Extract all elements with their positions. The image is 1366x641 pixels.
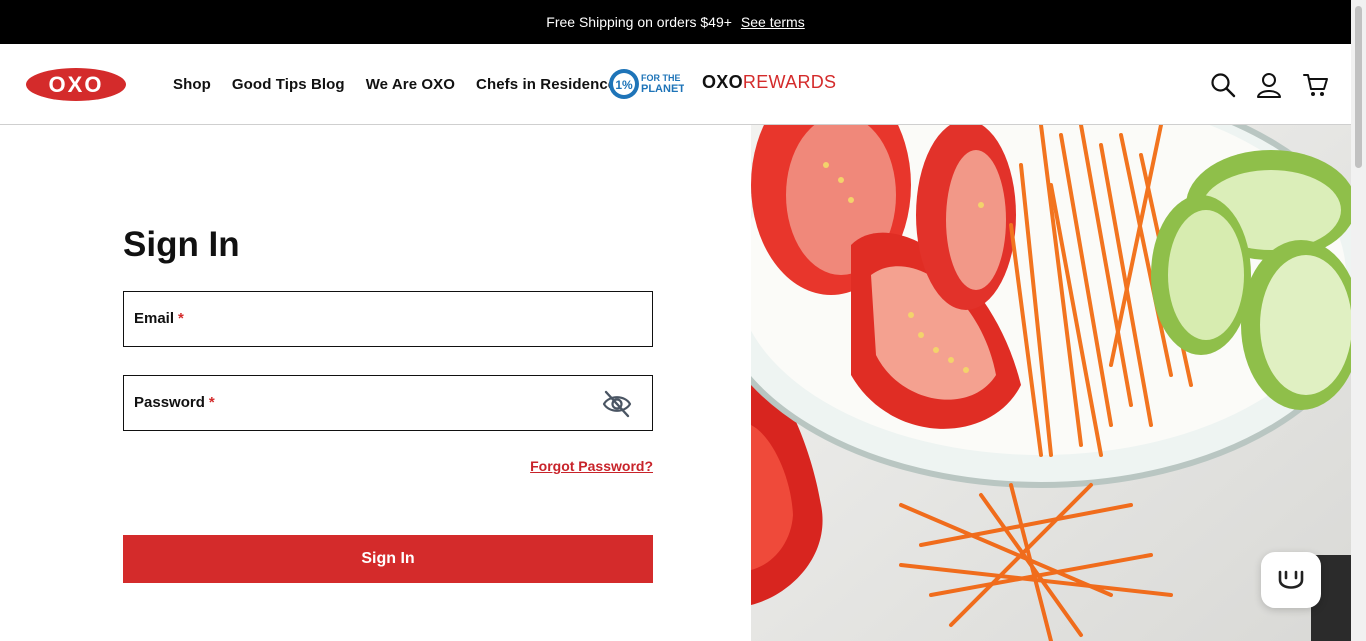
- sign-in-section: Sign In Email * Password * Forgot Password…: [0, 125, 751, 641]
- forgot-password-link[interactable]: Forgot Password?: [530, 458, 653, 474]
- email-field[interactable]: Email *: [123, 291, 653, 347]
- smiley-chat-icon: [1278, 570, 1304, 589]
- page-title: Sign In: [123, 225, 240, 264]
- nav-we-are-oxo[interactable]: We Are OXO: [366, 76, 455, 93]
- cart-icon[interactable]: [1303, 72, 1329, 98]
- oxo-rewards-link[interactable]: OXOREWARDS: [702, 72, 836, 93]
- promo-bar: Free Shipping on orders $49+ See terms: [0, 0, 1351, 44]
- hide-password-icon[interactable]: [602, 389, 632, 419]
- see-terms-link[interactable]: See terms: [741, 14, 805, 30]
- search-icon[interactable]: [1210, 72, 1236, 98]
- logo-text: OXO: [49, 72, 104, 97]
- rewards-word: REWARDS: [742, 72, 837, 92]
- nav-chefs-in-residence[interactable]: Chefs in Residence: [476, 76, 616, 93]
- planet-line2: PLANET: [641, 83, 684, 95]
- oxo-logo[interactable]: OXO: [26, 68, 126, 101]
- scrollbar-thumb[interactable]: [1355, 6, 1362, 168]
- nav-good-tips-blog[interactable]: Good Tips Blog: [232, 76, 345, 93]
- promo-text: Free Shipping on orders $49+: [546, 14, 732, 30]
- required-mark: *: [178, 310, 184, 327]
- rewards-oxo: OXO: [702, 72, 743, 92]
- one-percent-planet-badge[interactable]: 1% FOR THE PLANET: [608, 67, 684, 101]
- site-header: OXO Shop Good Tips Blog We Are OXO Chefs…: [0, 44, 1351, 125]
- main-nav: Shop Good Tips Blog We Are OXO Chefs in …: [173, 44, 616, 124]
- sign-in-button[interactable]: Sign In: [123, 535, 653, 583]
- nav-shop[interactable]: Shop: [173, 76, 211, 93]
- account-icon[interactable]: [1256, 72, 1282, 98]
- planet-mark: 1%: [615, 78, 633, 92]
- page-scrollbar[interactable]: [1351, 0, 1366, 641]
- required-mark: *: [208, 394, 215, 411]
- password-field[interactable]: Password *: [123, 375, 653, 431]
- password-label: Password *: [134, 394, 215, 411]
- planet-line1: FOR THE: [641, 73, 681, 83]
- email-label: Email *: [134, 310, 184, 327]
- chat-widget-button[interactable]: [1261, 552, 1321, 608]
